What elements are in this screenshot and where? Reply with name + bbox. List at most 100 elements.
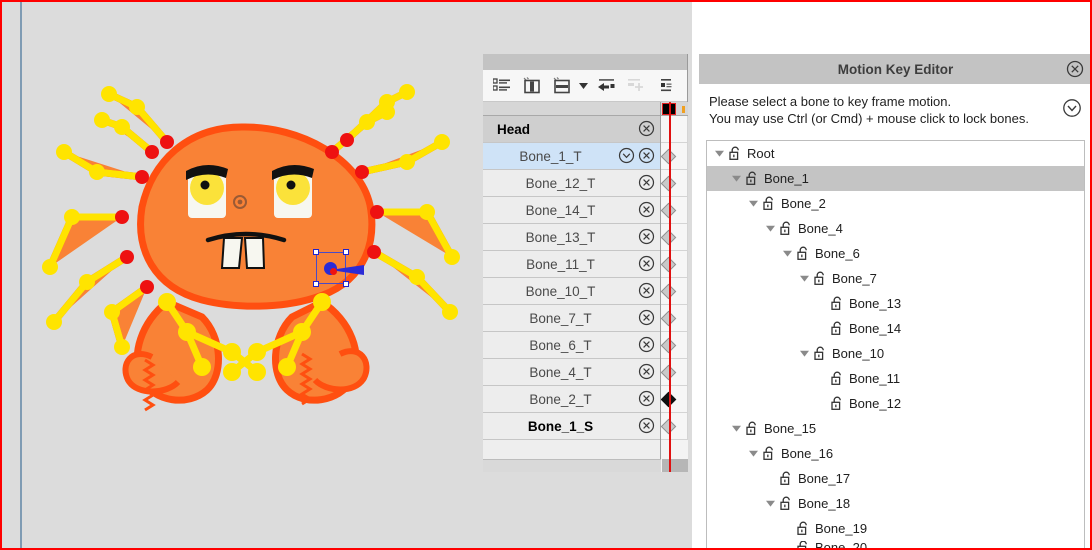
bone-hierarchy-tree[interactable]: Root Bone_1 Bone_2 Bone_4 Bone_6 Bone_7 Bone_1… <box>706 140 1085 548</box>
close-icon[interactable] <box>638 390 656 408</box>
channel-row[interactable]: Bone_1_T <box>483 143 660 170</box>
disclosure-triangle-icon[interactable] <box>746 191 761 216</box>
tree-row[interactable]: Bone_4 <box>707 216 1084 241</box>
close-icon[interactable] <box>638 228 656 246</box>
timeline-scroll-thumb[interactable] <box>662 459 688 472</box>
keyframe-track-row[interactable] <box>661 278 688 305</box>
add-vertical-frame-icon[interactable] <box>517 73 545 99</box>
selection-handle-tl[interactable] <box>313 249 319 255</box>
lock-open-icon[interactable] <box>795 541 811 548</box>
close-icon[interactable] <box>638 174 656 192</box>
channel-row[interactable]: Bone_6_T <box>483 332 660 359</box>
lock-open-icon[interactable] <box>829 316 845 341</box>
lock-open-icon[interactable] <box>744 416 760 441</box>
close-icon[interactable] <box>638 147 656 165</box>
timeline-horizontal-scrollbar[interactable] <box>483 459 661 472</box>
keyframe-track-row[interactable] <box>661 251 688 278</box>
close-icon[interactable] <box>638 336 656 354</box>
selection-handle-br[interactable] <box>343 281 349 287</box>
close-icon[interactable] <box>1066 60 1084 78</box>
chevron-down-icon[interactable] <box>1062 98 1082 118</box>
channel-row[interactable]: Bone_11_T <box>483 251 660 278</box>
tree-row[interactable]: Bone_18 <box>707 491 1084 516</box>
tree-row[interactable]: Bone_7 <box>707 266 1084 291</box>
selection-pivot[interactable] <box>324 262 337 275</box>
disclosure-triangle-icon[interactable] <box>797 266 812 291</box>
lock-open-icon[interactable] <box>795 241 811 266</box>
track-ruler[interactable] <box>661 102 688 116</box>
selection-handle-bl[interactable] <box>313 281 319 287</box>
keyframe-track-row[interactable] <box>661 413 688 440</box>
keyframe-track-row[interactable] <box>661 359 688 386</box>
lock-open-icon[interactable] <box>812 341 828 366</box>
disclosure-triangle-icon[interactable] <box>729 166 744 191</box>
keyframe-track-row[interactable] <box>661 143 688 170</box>
channel-row[interactable]: Bone_10_T <box>483 278 660 305</box>
lock-open-icon[interactable] <box>829 366 845 391</box>
tree-row[interactable]: Bone_16 <box>707 441 1084 466</box>
tree-row[interactable]: Bone_14 <box>707 316 1084 341</box>
keyframe-track-row[interactable] <box>661 305 688 332</box>
disclosure-triangle-icon[interactable] <box>763 491 778 516</box>
disclosure-triangle-icon[interactable] <box>712 141 727 166</box>
close-icon[interactable] <box>638 417 656 435</box>
lock-open-icon[interactable] <box>829 391 845 416</box>
lock-open-icon[interactable] <box>778 491 794 516</box>
tree-row[interactable]: Bone_15 <box>707 416 1084 441</box>
channel-list[interactable]: Head Bone_1_T Bone_12_T Bone_14_T Bone_13_T B… <box>483 102 661 472</box>
tree-row[interactable]: Bone_12 <box>707 391 1084 416</box>
tree-row[interactable]: Bone_13 <box>707 291 1084 316</box>
channel-row[interactable]: Bone_2_T <box>483 386 660 413</box>
chevron-down-icon[interactable] <box>577 73 590 99</box>
disclosure-triangle-icon[interactable] <box>780 241 795 266</box>
chevron-down-icon[interactable] <box>618 147 636 165</box>
tree-row[interactable]: Root <box>707 141 1084 166</box>
channel-row[interactable]: Bone_4_T <box>483 359 660 386</box>
lock-open-icon[interactable] <box>761 441 777 466</box>
close-icon[interactable] <box>638 201 656 219</box>
keyframe-track-row[interactable] <box>661 332 688 359</box>
channel-row[interactable]: Head <box>483 116 660 143</box>
tree-row[interactable]: Bone_17 <box>707 466 1084 491</box>
shift-left-icon[interactable] <box>592 73 620 99</box>
lock-open-icon[interactable] <box>761 191 777 216</box>
disclosure-triangle-icon[interactable] <box>797 341 812 366</box>
keyframe-track-row[interactable] <box>661 197 688 224</box>
channel-list-icon[interactable] <box>487 73 515 99</box>
lock-open-icon[interactable] <box>778 466 794 491</box>
lock-open-icon[interactable] <box>829 291 845 316</box>
lock-open-icon[interactable] <box>812 266 828 291</box>
crab-character-artwork[interactable] <box>2 2 502 442</box>
keyframe-track-row[interactable] <box>661 386 688 413</box>
disclosure-triangle-icon[interactable] <box>729 416 744 441</box>
key-properties-icon[interactable] <box>652 73 680 99</box>
selected-bone-widget[interactable] <box>313 249 364 287</box>
disclosure-triangle-icon[interactable] <box>763 216 778 241</box>
channel-row[interactable]: Bone_12_T <box>483 170 660 197</box>
keyframe-track-row[interactable] <box>661 170 688 197</box>
keyframe-track-row[interactable] <box>661 116 688 143</box>
keyframe-track-row[interactable] <box>661 224 688 251</box>
channel-row[interactable]: Bone_7_T <box>483 305 660 332</box>
close-icon[interactable] <box>638 255 656 273</box>
tree-row[interactable]: Bone_1 <box>707 166 1084 191</box>
close-icon[interactable] <box>638 309 656 327</box>
lock-open-icon[interactable] <box>778 216 794 241</box>
channel-row[interactable]: Bone_14_T <box>483 197 660 224</box>
tree-row[interactable]: Bone_19 <box>707 516 1084 541</box>
lock-open-icon[interactable] <box>727 141 743 166</box>
tree-row[interactable]: Bone_2 <box>707 191 1084 216</box>
close-icon[interactable] <box>638 120 656 138</box>
close-icon[interactable] <box>638 282 656 300</box>
disclosure-triangle-icon[interactable] <box>746 441 761 466</box>
close-icon[interactable] <box>638 363 656 381</box>
channel-row[interactable]: Bone_13_T <box>483 224 660 251</box>
lock-open-icon[interactable] <box>795 516 811 541</box>
tree-row[interactable]: Bone_11 <box>707 366 1084 391</box>
channel-row[interactable]: Bone_1_S <box>483 413 660 440</box>
tree-row[interactable]: Bone_20 <box>707 541 1084 548</box>
selection-handle-tr[interactable] <box>343 249 349 255</box>
keyframe-track-column[interactable] <box>661 102 688 472</box>
tree-row[interactable]: Bone_10 <box>707 341 1084 366</box>
tree-row[interactable]: Bone_6 <box>707 241 1084 266</box>
